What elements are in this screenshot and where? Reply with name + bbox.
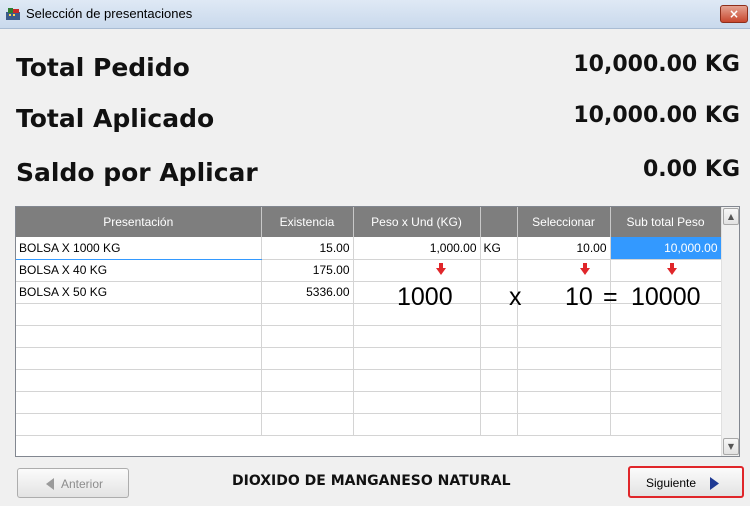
cell-subtotal[interactable] bbox=[610, 259, 722, 282]
empty-row bbox=[16, 413, 722, 436]
anterior-label: Anterior bbox=[61, 477, 104, 491]
presentations-grid[interactable]: Presentación Existencia Peso x Und (KG) … bbox=[15, 206, 740, 457]
cell-existencia[interactable]: 175.00 bbox=[261, 259, 354, 282]
formula-operand-a: 1000 bbox=[397, 283, 453, 311]
cell-unidad[interactable]: KG bbox=[480, 237, 518, 260]
total-aplicado-label: Total Aplicado bbox=[16, 104, 215, 133]
formula-operand-b: 10 bbox=[565, 283, 593, 311]
table-row[interactable]: BOLSA X 1000 KG 15.00 1,000.00 KG 10.00 … bbox=[16, 237, 722, 260]
title-bar: Selección de presentaciones × bbox=[0, 0, 750, 29]
presentations-table: Presentación Existencia Peso x Und (KG) … bbox=[16, 207, 722, 436]
triangle-right-icon bbox=[710, 477, 719, 490]
col-header-existencia[interactable]: Existencia bbox=[261, 207, 354, 237]
cell-peso[interactable]: 1,000.00 bbox=[353, 237, 481, 260]
formula-equals: = bbox=[603, 283, 618, 311]
table-row[interactable]: BOLSA X 40 KG 175.00 bbox=[16, 259, 722, 282]
cell-unidad[interactable] bbox=[480, 259, 518, 282]
cell-presentacion[interactable]: BOLSA X 40 KG bbox=[16, 259, 262, 282]
total-aplicado-value: 10,000.00 KG bbox=[573, 103, 740, 128]
arrow-down-icon bbox=[667, 263, 677, 275]
cell-existencia[interactable]: 5336.00 bbox=[261, 281, 354, 304]
app-icon bbox=[6, 8, 20, 20]
window-title: Selección de presentaciones bbox=[26, 6, 193, 21]
triangle-left-icon bbox=[46, 478, 54, 490]
col-header-presentacion[interactable]: Presentación bbox=[16, 207, 262, 237]
col-header-subtotal[interactable]: Sub total Peso bbox=[610, 207, 722, 237]
product-name: DIOXIDO DE MANGANESO NATURAL bbox=[232, 473, 511, 489]
cell-subtotal[interactable]: 10,000.00 bbox=[610, 237, 722, 260]
empty-row bbox=[16, 347, 722, 370]
cell-presentacion[interactable]: BOLSA X 1000 KG bbox=[16, 237, 262, 260]
scroll-down-icon[interactable]: ▼ bbox=[723, 438, 739, 455]
scroll-up-icon[interactable]: ▲ bbox=[723, 208, 739, 225]
col-header-peso[interactable]: Peso x Und (KG) bbox=[353, 207, 481, 237]
total-pedido-label: Total Pedido bbox=[16, 53, 190, 82]
col-header-unidad[interactable] bbox=[480, 207, 518, 237]
formula-result: 10000 bbox=[631, 283, 701, 311]
arrow-down-icon bbox=[436, 263, 446, 275]
formula-operator: x bbox=[509, 283, 522, 311]
cell-existencia[interactable]: 15.00 bbox=[261, 237, 354, 260]
cell-seleccionar[interactable]: 10.00 bbox=[517, 237, 611, 260]
col-header-seleccionar[interactable]: Seleccionar bbox=[517, 207, 611, 237]
cell-seleccionar[interactable] bbox=[517, 259, 611, 282]
header-row: Presentación Existencia Peso x Und (KG) … bbox=[16, 207, 722, 237]
vertical-scrollbar[interactable]: ▲ ▼ bbox=[721, 207, 739, 456]
saldo-value: 0.00 KG bbox=[642, 157, 740, 182]
cell-presentacion[interactable]: BOLSA X 50 KG bbox=[16, 281, 262, 304]
empty-row bbox=[16, 391, 722, 414]
cell-seleccionar[interactable] bbox=[517, 281, 611, 304]
empty-row bbox=[16, 325, 722, 348]
total-pedido-value: 10,000.00 KG bbox=[573, 52, 740, 77]
siguiente-label: Siguiente bbox=[646, 476, 697, 490]
close-button[interactable]: × bbox=[720, 5, 748, 23]
anterior-button[interactable]: Anterior bbox=[17, 468, 129, 498]
arrow-down-icon bbox=[580, 263, 590, 275]
cell-peso[interactable] bbox=[353, 259, 481, 282]
empty-row bbox=[16, 369, 722, 392]
siguiente-button[interactable]: Siguiente bbox=[628, 466, 744, 498]
saldo-label: Saldo por Aplicar bbox=[16, 158, 258, 187]
